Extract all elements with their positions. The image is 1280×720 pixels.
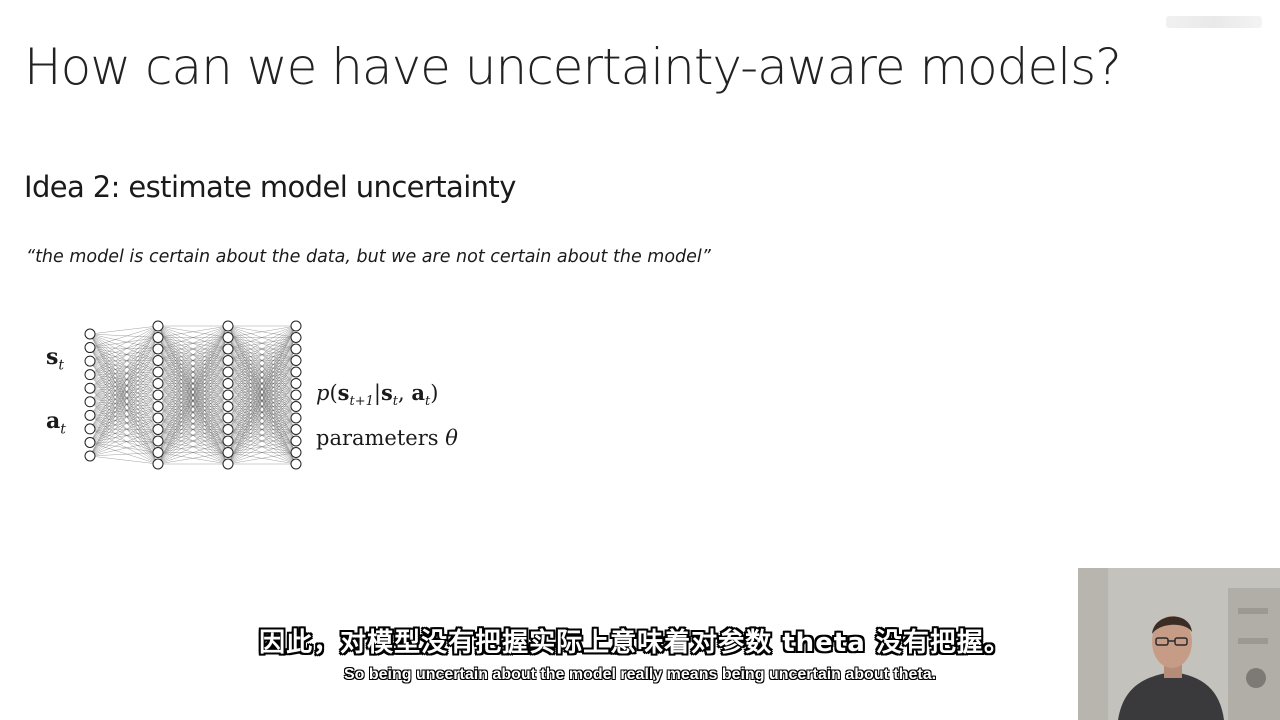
network-node xyxy=(152,424,164,435)
dist-next-state-sub: t+1 xyxy=(349,394,374,410)
network-node xyxy=(290,412,302,424)
network-node xyxy=(152,320,164,332)
network-node xyxy=(222,332,234,343)
network-node xyxy=(290,332,302,343)
watermark xyxy=(1166,16,1262,28)
network-node xyxy=(222,401,234,412)
network-node xyxy=(222,458,234,470)
input-action-label: at xyxy=(46,408,66,437)
input-state-subscript: t xyxy=(58,357,65,374)
dist-bar: | xyxy=(373,381,381,405)
network-node xyxy=(222,320,234,332)
network-node xyxy=(152,378,164,389)
dist-next-state: s xyxy=(337,380,350,405)
network-node xyxy=(222,389,234,401)
network-node xyxy=(84,355,96,367)
neural-network-diagram xyxy=(84,320,302,470)
network-node xyxy=(222,343,234,355)
network-node xyxy=(84,450,96,462)
network-node xyxy=(152,355,164,366)
network-node xyxy=(290,458,302,470)
network-layer-1 xyxy=(84,328,96,462)
network-node xyxy=(222,366,234,378)
network-node xyxy=(84,342,96,354)
network-node xyxy=(152,458,164,470)
network-node xyxy=(84,369,96,381)
network-node xyxy=(290,320,302,332)
dist-open: ( xyxy=(329,381,338,405)
network-node xyxy=(152,389,164,401)
network-node xyxy=(290,447,302,458)
network-node xyxy=(152,343,164,355)
slide-title: How can we have uncertainty-aware models… xyxy=(24,38,1122,96)
network-node xyxy=(152,401,164,412)
network-node xyxy=(222,447,234,458)
dist-func: p xyxy=(316,381,330,405)
network-node xyxy=(222,355,234,366)
parameters-label: parameters θ xyxy=(316,426,458,450)
network-node xyxy=(84,423,96,435)
subtitle-chinese: 因此，对模型没有把握实际上意味着对参数 theta 没有把握。 xyxy=(259,628,1011,658)
quote-text: “the model is certain about the data, bu… xyxy=(26,247,711,267)
parameters-text: parameters xyxy=(316,426,439,450)
network-node xyxy=(152,332,164,343)
network-node xyxy=(290,389,302,401)
network-node xyxy=(84,382,96,394)
idea-heading: Idea 2: estimate model uncertainty xyxy=(24,170,516,204)
input-state-label: st xyxy=(46,344,64,373)
input-action-symbol: a xyxy=(46,408,61,434)
network-node xyxy=(290,435,302,447)
network-node xyxy=(84,396,96,408)
neural-network-figure: st at p(st+1|st, at) parameters θ xyxy=(44,316,484,476)
input-state-symbol: s xyxy=(46,344,59,370)
output-distribution-label: p(st+1|st, at) xyxy=(316,380,438,409)
network-node xyxy=(152,366,164,378)
theta-symbol: θ xyxy=(445,426,458,450)
dist-comma: , xyxy=(398,381,412,405)
dist-close: ) xyxy=(430,381,439,405)
network-node xyxy=(152,447,164,458)
network-node xyxy=(222,412,234,424)
network-node xyxy=(152,435,164,447)
network-node xyxy=(290,378,302,389)
network-node xyxy=(222,378,234,389)
network-node xyxy=(290,366,302,378)
network-node xyxy=(222,424,234,435)
input-action-subscript: t xyxy=(60,421,66,438)
network-node xyxy=(290,355,302,366)
dist-state: s xyxy=(380,380,393,405)
network-node xyxy=(222,435,234,447)
network-node xyxy=(84,436,96,448)
network-node xyxy=(152,412,164,424)
subtitle-english: So being uncertain about the model reall… xyxy=(343,666,937,683)
network-node xyxy=(290,401,302,412)
network-node xyxy=(84,328,96,340)
network-node xyxy=(290,424,302,435)
network-node xyxy=(290,343,302,355)
dist-action: a xyxy=(411,380,425,405)
network-node xyxy=(84,409,96,421)
network-connections xyxy=(89,325,297,465)
